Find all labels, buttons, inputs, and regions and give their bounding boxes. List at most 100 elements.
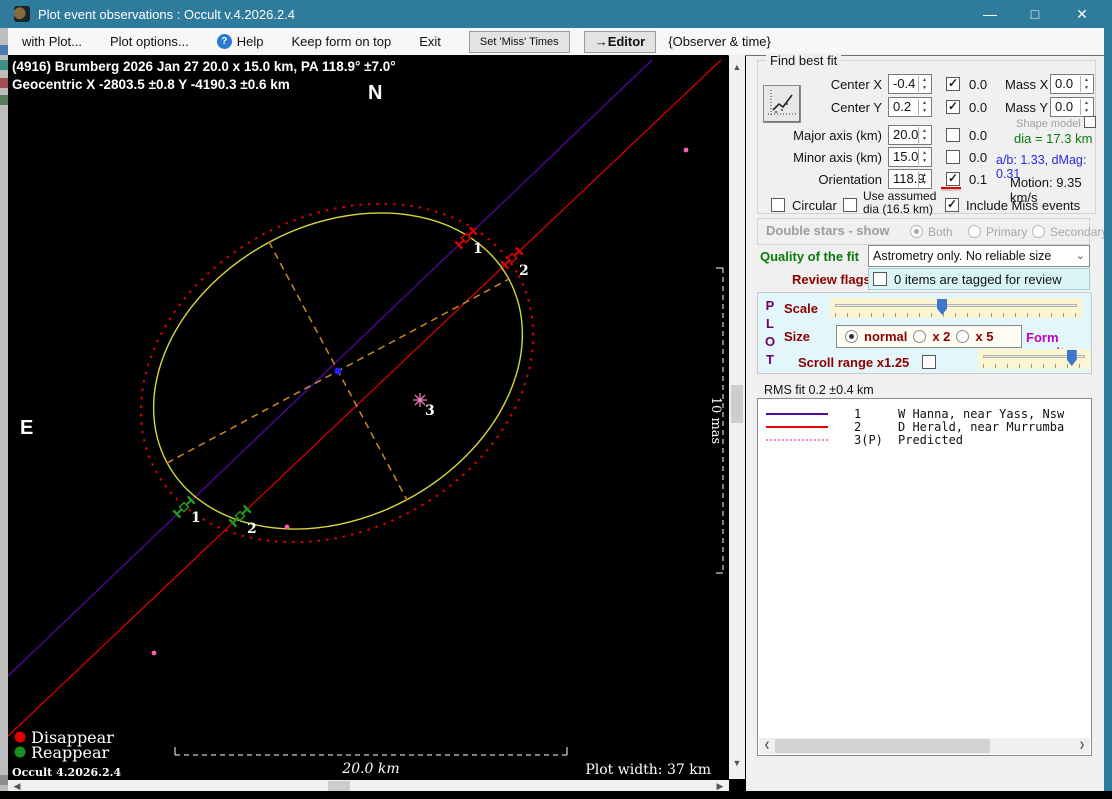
background-icon	[0, 45, 8, 55]
review-flags-text: 0 items are tagged for review	[894, 272, 1062, 287]
scroll-up-icon[interactable]: ▲	[729, 59, 745, 75]
minor-axis-fit-checkbox[interactable]	[946, 150, 960, 164]
mass-y-spinner[interactable]: ▲ ▼	[1080, 99, 1092, 115]
observer-row[interactable]: 3(P) Predicted	[758, 432, 1091, 447]
size-x5-radio[interactable]	[956, 330, 970, 343]
minor-axis-value: 15.0	[893, 149, 919, 164]
minimize-button[interactable]: ―	[968, 0, 1012, 28]
app-window: Plot event observations : Occult v.4.202…	[0, 0, 1112, 799]
major-axis-spinner[interactable]: ▲ ▼	[918, 127, 930, 143]
center-x-input[interactable]: -0.4 ▲ ▼	[888, 74, 932, 94]
svg-text:Reappear: Reappear	[31, 743, 110, 762]
scroll-right-icon[interactable]: ❯	[1074, 738, 1090, 754]
mass-y-input[interactable]: 0.0 ▲ ▼	[1050, 97, 1094, 117]
center-y-input[interactable]: 0.2 ▲ ▼	[888, 97, 932, 117]
menu-bar: with Plot... Plot options... Help Keep f…	[8, 28, 1104, 56]
minor-axis-spinner[interactable]: ▲ ▼	[918, 149, 930, 165]
svg-text:1: 1	[191, 510, 201, 526]
menu-exit[interactable]: Exit	[405, 28, 455, 56]
svg-text:(4916) Brumberg 2026 Jan 27: (4916) Brumberg 2026 Jan 27 20.0 x 15.0 …	[12, 59, 396, 74]
svg-text:3: 3	[425, 403, 435, 419]
menu-help[interactable]: Help	[203, 34, 278, 49]
chevron-down-icon: ⌄	[1075, 250, 1085, 262]
scale-slider[interactable]	[830, 298, 1082, 318]
svg-text:1: 1	[473, 241, 483, 257]
close-button[interactable]: ✕	[1060, 0, 1104, 28]
find-best-fit-group: Find best fit Center X -0.4 ▲▼ 0.0 Mass …	[757, 53, 1096, 216]
maximize-button[interactable]: □	[1013, 0, 1057, 28]
double-both-radio[interactable]	[910, 225, 923, 238]
center-y-fit-checkbox[interactable]	[946, 99, 960, 114]
mass-x-spinner[interactable]: ▲ ▼	[1080, 76, 1092, 92]
center-x-fit-checkbox[interactable]	[946, 76, 960, 91]
review-flags-box: 0 items are tagged for review	[868, 268, 1090, 290]
vertical-scroll-thumb[interactable]	[731, 385, 743, 423]
observer-list[interactable]: 1 W Hanna, near Yass, Nsw 2 D Herald, ne…	[757, 398, 1092, 756]
size-x2-radio[interactable]	[913, 330, 927, 343]
size-normal-radio[interactable]	[845, 330, 858, 343]
center-x-spinner[interactable]: ▲ ▼	[918, 76, 930, 92]
orientation-input[interactable]: 118.9 ▲ ▼	[888, 169, 932, 189]
find-best-fit-label: Find best fit	[766, 53, 842, 68]
title-bar[interactable]: Plot event observations : Occult v.4.202…	[0, 0, 1112, 28]
set-miss-times-button[interactable]: Set 'Miss' Times	[468, 30, 570, 53]
menu-keep-on-top[interactable]: Keep form on top	[278, 28, 406, 56]
svg-text:20.0 km: 20.0 km	[341, 761, 399, 777]
include-miss-label: Include Miss events	[966, 198, 1081, 213]
plot-vertical-scrollbar[interactable]: ▲ ▼	[729, 55, 745, 779]
shape-model-checkbox[interactable]	[1084, 116, 1096, 128]
menu-help-label: Help	[236, 34, 264, 49]
minor-axis-sigma: 0.0	[969, 150, 988, 165]
review-flags-checkbox[interactable]	[873, 272, 887, 286]
control-panel: Find best fit Center X -0.4 ▲▼ 0.0 Mass …	[746, 53, 1108, 791]
orientation-spinner[interactable]: ▲ ▼	[918, 171, 930, 187]
observer-number: 3(P)	[854, 432, 883, 447]
double-secondary-radio[interactable]	[1032, 225, 1045, 238]
scroll-down-icon[interactable]: ▼	[729, 755, 745, 771]
window-right-border	[1104, 0, 1112, 791]
major-axis-value: 20.0	[893, 127, 919, 142]
double-secondary-label: Secondary	[1050, 225, 1108, 239]
use-assumed-dia-checkbox[interactable]	[843, 198, 857, 212]
center-x-sigma: 0.0	[969, 77, 988, 92]
form-opacity-slider[interactable]	[978, 349, 1090, 369]
circular-checkbox[interactable]	[771, 198, 785, 212]
size-normal-label: normal	[864, 329, 908, 344]
observer-row[interactable]: 1 W Hanna, near Yass, Nsw	[758, 407, 1091, 421]
mass-x-input[interactable]: 0.0 ▲ ▼	[1050, 74, 1094, 94]
major-axis-fit-checkbox[interactable]	[946, 128, 960, 142]
window-title: Plot event observations : Occult v.4.202…	[38, 7, 296, 22]
plot-svg[interactable]: 1 1 2 2 3 (4916) Brumberg 2026 Jan 27 20.0 x …	[8, 55, 728, 779]
orientation-fit-checkbox[interactable]	[946, 171, 960, 186]
center-x-value: -0.4	[893, 76, 916, 91]
use-assumed-label-2: dia (16.5 km)	[863, 202, 934, 216]
observer-row[interactable]: 2 D Herald, near Murrumba	[758, 419, 1091, 434]
horizontal-scroll-thumb[interactable]	[328, 781, 350, 791]
mass-y-value: 0.0	[1055, 99, 1074, 114]
editor-button[interactable]: →Editor	[583, 30, 657, 53]
occultation-plot-canvas[interactable]: 1 1 2 2 3 (4916) Brumberg 2026 Jan 27 20.0 x …	[8, 55, 728, 779]
observer-name: D Herald, near Murrumba	[898, 419, 1065, 434]
observer-line-swatch	[766, 425, 828, 428]
svg-text:Geocentric X -2803.5 ±0.8 Y: Geocentric X -2803.5 ±0.8 Y -4190.3 ±0.6…	[12, 77, 290, 92]
quality-of-fit-dropdown[interactable]: Astrometry only. No reliable size ⌄	[868, 245, 1090, 267]
center-y-label: Center Y	[830, 100, 882, 115]
scroll-range-checkbox[interactable]	[922, 355, 936, 369]
include-miss-checkbox[interactable]	[945, 197, 959, 212]
svg-text:Plot width: 37 km: Plot width: 37 km	[585, 762, 711, 778]
observer-number: 2	[854, 419, 862, 434]
observer-scroll-thumb[interactable]	[775, 739, 990, 753]
circular-label: Circular	[792, 198, 837, 213]
plot-vertical-label: P L O T	[764, 298, 776, 367]
center-y-spinner[interactable]: ▲ ▼	[918, 99, 930, 115]
background-window-sliver	[0, 0, 8, 791]
major-axis-input[interactable]: 20.0 ▲ ▼	[888, 125, 932, 145]
menu-plot-options[interactable]: Plot options...	[96, 28, 203, 56]
scroll-left-icon[interactable]: ❮	[759, 738, 775, 754]
menu-with-plot[interactable]: with Plot...	[8, 28, 96, 56]
quality-of-fit-label: Quality of the fit	[760, 249, 859, 264]
double-primary-radio[interactable]	[968, 225, 981, 238]
minor-axis-input[interactable]: 15.0 ▲ ▼	[888, 147, 932, 167]
observer-list-scrollbar[interactable]: ❮ ❯	[759, 738, 1090, 754]
observer-name: Predicted	[898, 432, 964, 447]
